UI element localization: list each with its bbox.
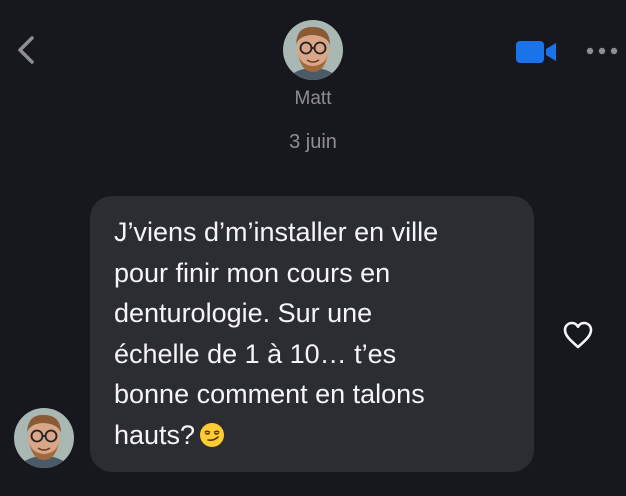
contact-name[interactable]: Matt [0,88,626,110]
message-text: J’viens d’m’installer en ville pour fini… [114,212,516,455]
message-text-content: J’viens d’m’installer en ville pour fini… [114,217,439,450]
chevron-left-icon [18,36,34,64]
avatar-photo [14,408,74,468]
sender-avatar[interactable] [14,408,74,468]
video-call-button[interactable] [514,38,560,66]
avatar-photo [283,20,343,80]
video-camera-icon [516,41,556,63]
message-bubble[interactable]: J’viens d’m’installer en ville pour fini… [90,196,534,472]
back-button[interactable] [12,30,40,70]
contact-avatar[interactable] [283,20,343,80]
date-separator: 3 juin [289,131,337,153]
like-button[interactable] [562,320,594,350]
more-horizontal-icon [586,47,618,55]
chat-screen: Matt 3 juin J’viens d’m’installer en vil… [0,0,626,496]
smirking-face-emoji [199,419,225,447]
more-options-button[interactable] [584,40,620,62]
heart-outline-icon [563,321,593,349]
